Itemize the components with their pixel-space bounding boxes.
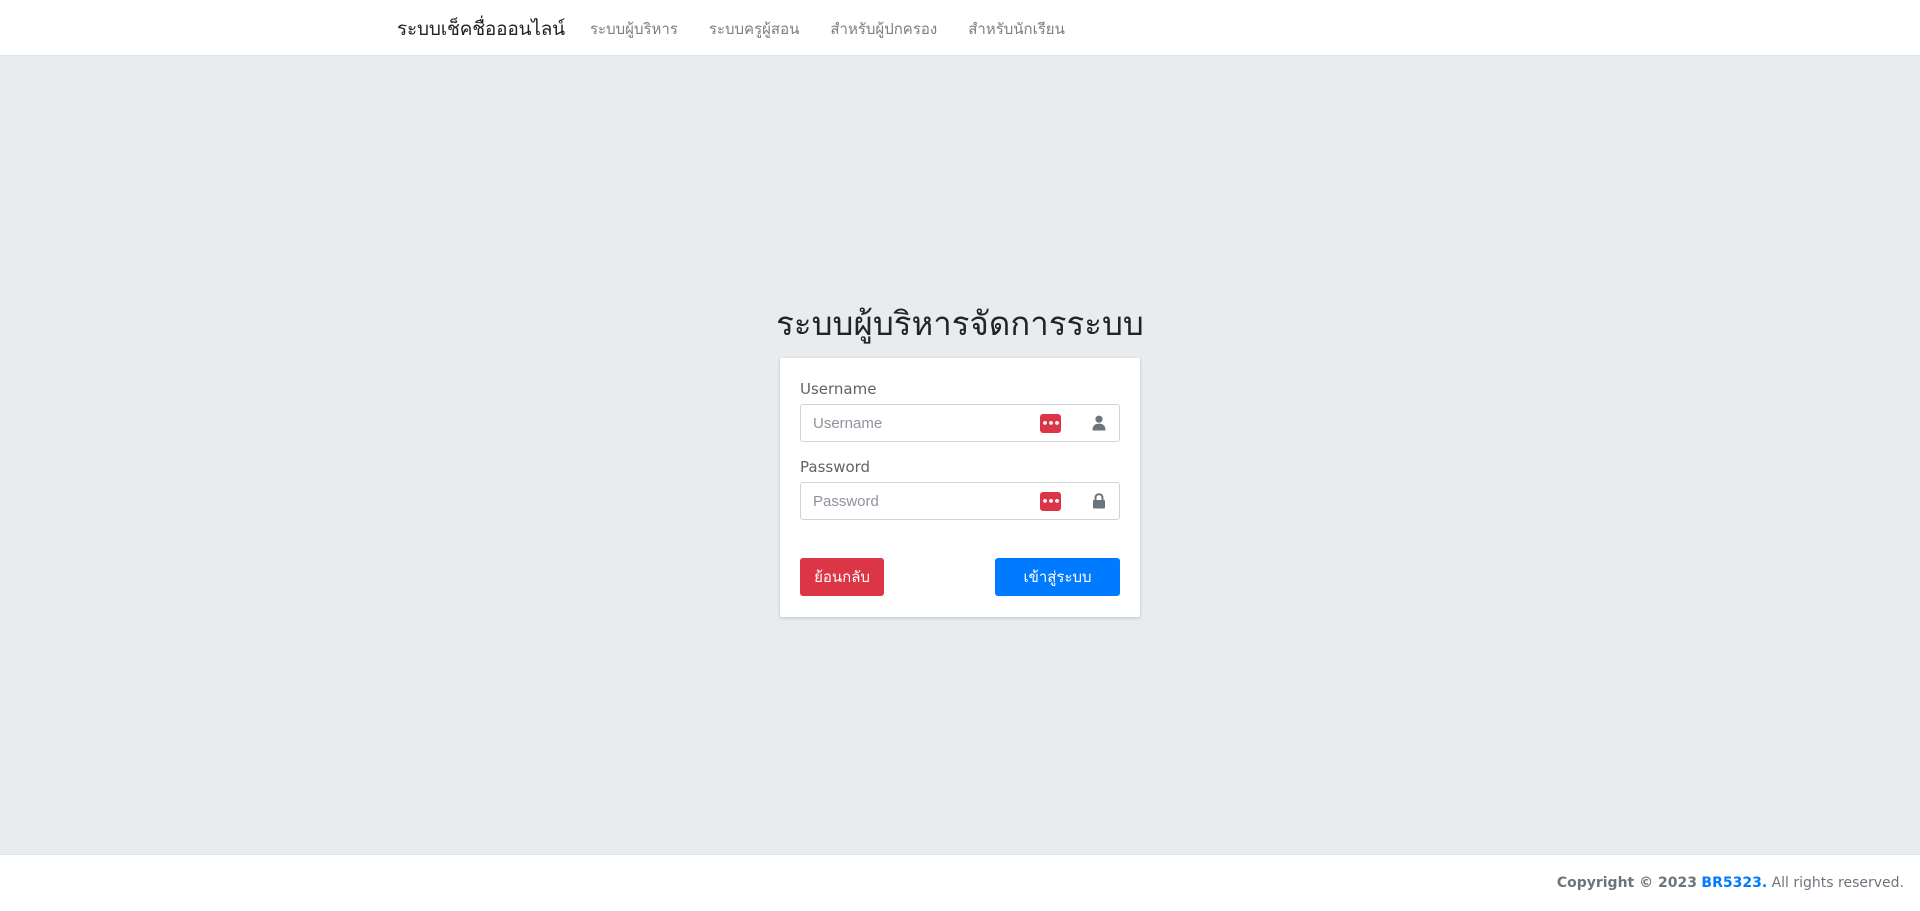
back-button[interactable]: ย้อนกลับ [800, 558, 884, 596]
password-input-group: ••• [800, 482, 1120, 520]
password-manager-icon[interactable]: ••• [1040, 491, 1061, 511]
top-navbar: ระบบเช็คชื่อออนไลน์ ระบบผู้บริหาร ระบบคร… [0, 0, 1920, 56]
footer-copyright: Copyright © 2023 BR5323. All rights rese… [1557, 875, 1904, 891]
main-content: ระบบผู้บริหารจัดการระบบ Username ••• Pas… [0, 57, 1920, 854]
username-input-group: ••• [800, 404, 1120, 442]
nav-link-parent[interactable]: สำหรับผู้ปกครอง [830, 17, 937, 41]
password-label: Password [800, 458, 871, 476]
nav-link-teacher[interactable]: ระบบครูผู้สอน [709, 17, 799, 41]
nav-link-admin[interactable]: ระบบผู้บริหาร [590, 17, 678, 41]
lock-icon [1079, 483, 1119, 519]
password-manager-icon[interactable]: ••• [1040, 413, 1061, 433]
login-button[interactable]: เข้าสู่ระบบ [995, 558, 1120, 596]
username-label: Username [800, 380, 877, 398]
nav-link-student[interactable]: สำหรับนักเรียน [968, 17, 1065, 41]
navbar-brand[interactable]: ระบบเช็คชื่อออนไลน์ [397, 14, 565, 44]
nav-links: ระบบผู้บริหาร ระบบครูผู้สอน สำหรับผู้ปกค… [590, 17, 1065, 41]
password-input[interactable] [801, 483, 1040, 519]
login-card: Username ••• Password ••• ย้อนกลับ [780, 358, 1140, 617]
footer-brand-link[interactable]: BR5323. [1701, 875, 1767, 891]
footer: Copyright © 2023 BR5323. All rights rese… [0, 854, 1920, 911]
rights-text: All rights reserved. [1771, 875, 1904, 891]
page-title: ระบบผู้บริหารจัดการระบบ [776, 304, 1144, 343]
copyright-text: Copyright © 2023 [1556, 875, 1697, 891]
user-icon [1079, 405, 1119, 441]
username-input[interactable] [801, 405, 1040, 441]
